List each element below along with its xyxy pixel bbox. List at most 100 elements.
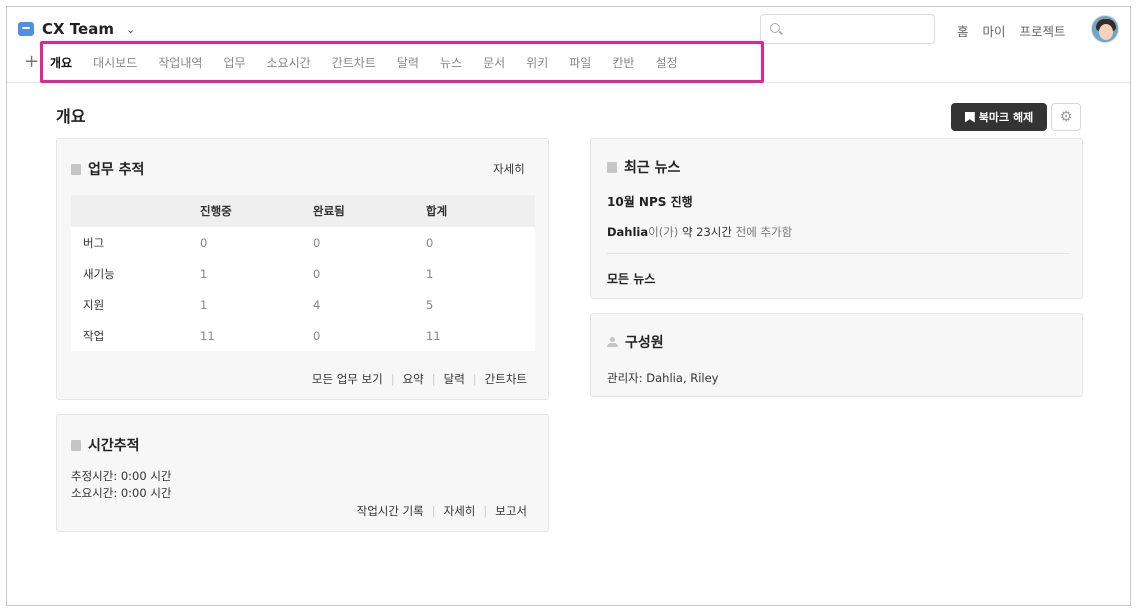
estimated-time: 추정시간: 0:00 시간 <box>71 469 172 483</box>
issue-tracking-label: 업무 추적 <box>88 162 145 178</box>
tab-overview[interactable]: 개요 <box>50 54 72 71</box>
page-title: 개요 <box>56 107 86 126</box>
time-tracking-card: 시간추적 추정시간: 0:00 시간 소요시간: 0:00 시간 작업시간 기록… <box>56 414 549 532</box>
time-tracking-label: 시간추적 <box>88 438 140 454</box>
search-box[interactable] <box>760 14 935 44</box>
news-title: 최근 뉴스 <box>607 157 680 177</box>
app-window: CX Team ⌄ 홈 마이 프로젝트 + 개요 대시보드 작업내역 업무 소요… <box>6 6 1131 606</box>
table-row: 지원 1 4 5 <box>71 289 535 320</box>
top-nav: 홈 마이 프로젝트 <box>957 21 1066 40</box>
tab-documents[interactable]: 문서 <box>483 54 505 71</box>
table-header: 완료됨 <box>301 195 414 227</box>
settings-button[interactable]: ⚙ <box>1051 103 1081 131</box>
time-icon <box>71 439 81 451</box>
topnav-my[interactable]: 마이 <box>983 21 1006 40</box>
members-card: 구성원 관리자: Dahlia, Riley <box>590 313 1083 397</box>
view-all-issues-link[interactable]: 모든 업무 보기 <box>312 371 383 387</box>
closed-count[interactable]: 0 <box>301 227 414 258</box>
tracker-name[interactable]: 버그 <box>71 227 188 258</box>
avatar[interactable] <box>1091 15 1119 43</box>
header: CX Team ⌄ 홈 마이 프로젝트 + 개요 대시보드 작업내역 업무 소요… <box>7 7 1130 83</box>
log-time-link[interactable]: 작업시간 기록 <box>357 503 424 519</box>
open-count[interactable]: 1 <box>188 258 301 289</box>
tab-activity[interactable]: 작업내역 <box>158 54 202 71</box>
gantt-link[interactable]: 간트차트 <box>485 371 527 387</box>
issue-table: 진행중 완료됨 합계 버그 0 0 0 새기능 1 0 1 지원 1 4 5 작… <box>71 195 535 351</box>
news-item-title[interactable]: 10월 NPS 진행 <box>607 193 693 210</box>
bookmark-icon <box>964 111 975 123</box>
news-meta-text: 전에 추가함 <box>731 225 793 239</box>
total-count[interactable]: 11 <box>414 320 535 351</box>
topnav-projects[interactable]: 프로젝트 <box>1020 21 1066 40</box>
search-icon <box>770 23 780 33</box>
members-icon <box>607 337 618 347</box>
issue-tracking-title: 업무 추적 <box>71 159 144 179</box>
tracker-name[interactable]: 지원 <box>71 289 188 320</box>
divider: | <box>483 504 488 518</box>
members-label: 구성원 <box>625 335 664 351</box>
news-item-meta: Dahlia이(가) 약 23시간 전에 추가함 <box>607 224 792 240</box>
tab-dashboard[interactable]: 대시보드 <box>93 54 137 71</box>
tab-calendar[interactable]: 달력 <box>397 54 419 71</box>
tab-issues[interactable]: 업무 <box>223 54 245 71</box>
table-row: 버그 0 0 0 <box>71 227 535 258</box>
news-time[interactable]: 약 23시간 <box>682 225 732 239</box>
latest-news-card: 최근 뉴스 10월 NPS 진행 Dahlia이(가) 약 23시간 전에 추가… <box>590 138 1083 299</box>
table-header <box>71 195 188 227</box>
issue-details-link[interactable]: 자세히 <box>493 161 525 177</box>
tab-settings[interactable]: 설정 <box>655 54 677 71</box>
spent-time: 소요시간: 0:00 시간 <box>71 486 172 500</box>
tracker-name[interactable]: 새기능 <box>71 258 188 289</box>
open-count[interactable]: 0 <box>188 227 301 258</box>
news-icon <box>607 161 617 173</box>
total-count[interactable]: 5 <box>414 289 535 320</box>
total-count[interactable]: 0 <box>414 227 535 258</box>
tab-time[interactable]: 소요시간 <box>267 54 311 71</box>
issue-icon <box>71 163 81 175</box>
closed-count[interactable]: 0 <box>301 320 414 351</box>
divider: | <box>472 372 477 386</box>
report-link[interactable]: 보고서 <box>495 503 527 519</box>
tab-news[interactable]: 뉴스 <box>440 54 462 71</box>
topnav-home[interactable]: 홈 <box>957 21 969 40</box>
chevron-down-icon: ⌄ <box>125 22 136 36</box>
all-news-link[interactable]: 모든 뉴스 <box>607 270 655 287</box>
news-meta-text: 이(가) <box>648 225 682 239</box>
calendar-link[interactable]: 달력 <box>444 371 465 387</box>
table-row: 새기능 1 0 1 <box>71 258 535 289</box>
divider <box>607 253 1069 254</box>
add-icon[interactable]: + <box>24 51 39 72</box>
time-tracking-title: 시간추적 <box>71 435 140 455</box>
project-name: CX Team <box>42 20 114 38</box>
project-switcher[interactable]: CX Team ⌄ <box>18 20 135 38</box>
table-row: 작업 11 0 11 <box>71 320 535 351</box>
bookmark-button[interactable]: 북마크 해제 <box>951 103 1047 131</box>
time-details-link[interactable]: 자세히 <box>444 503 476 519</box>
managers-list: 관리자: Dahlia, Riley <box>607 371 719 385</box>
tab-wiki[interactable]: 위키 <box>526 54 548 71</box>
gear-icon: ⚙ <box>1059 109 1073 125</box>
table-header: 합계 <box>414 195 535 227</box>
open-count[interactable]: 1 <box>188 289 301 320</box>
news-author[interactable]: Dahlia <box>607 225 648 239</box>
issue-tracking-card: 업무 추적 자세히 진행중 완료됨 합계 버그 0 0 0 새기능 1 0 1 … <box>56 138 549 400</box>
summary-link[interactable]: 요약 <box>403 371 424 387</box>
divider: | <box>431 504 436 518</box>
table-header: 진행중 <box>188 195 301 227</box>
tab-kanban[interactable]: 칸반 <box>612 54 634 71</box>
time-links: 작업시간 기록 | 자세히 | 보고서 <box>357 503 527 519</box>
members-title: 구성원 <box>607 332 664 352</box>
tab-files[interactable]: 파일 <box>569 54 591 71</box>
closed-count[interactable]: 4 <box>301 289 414 320</box>
divider: | <box>390 372 395 386</box>
project-tabs: 개요 대시보드 작업내역 업무 소요시간 간트차트 달력 뉴스 문서 위키 파일… <box>50 54 699 71</box>
search-input[interactable] <box>785 19 925 39</box>
open-count[interactable]: 11 <box>188 320 301 351</box>
tab-gantt[interactable]: 간트차트 <box>332 54 376 71</box>
project-icon <box>18 22 34 36</box>
closed-count[interactable]: 0 <box>301 258 414 289</box>
total-count[interactable]: 1 <box>414 258 535 289</box>
issue-links: 모든 업무 보기 | 요약 | 달력 | 간트차트 <box>312 371 527 387</box>
tracker-name[interactable]: 작업 <box>71 320 188 351</box>
news-label: 최근 뉴스 <box>624 160 681 176</box>
